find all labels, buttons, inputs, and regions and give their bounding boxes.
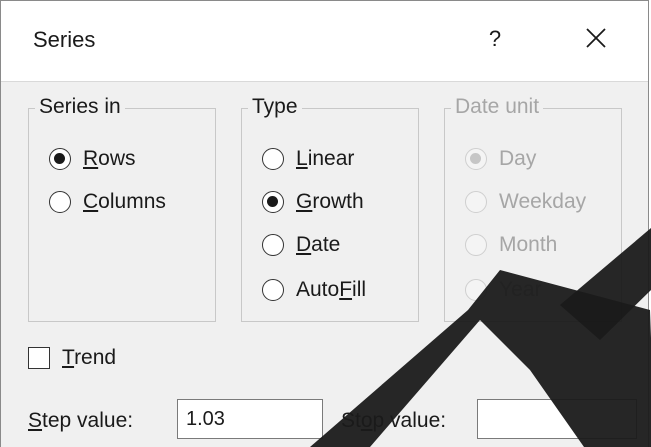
step-value-label: Step value: xyxy=(28,409,134,432)
series-in-legend: Series in xyxy=(35,94,125,120)
type-group: Type Linear Growth Date AutoFill xyxy=(241,94,419,322)
radio-year-label: Year xyxy=(499,278,542,301)
radio-year: Year xyxy=(465,275,541,305)
radio-rows[interactable]: Rows xyxy=(49,144,136,174)
radio-growth[interactable]: Growth xyxy=(262,187,364,217)
radio-month: Month xyxy=(465,230,557,260)
radio-day-label: Day xyxy=(499,147,537,170)
dialog-title: Series xyxy=(33,27,96,52)
type-legend: Type xyxy=(248,94,302,120)
radio-date-indicator[interactable] xyxy=(262,234,284,256)
help-button[interactable]: ? xyxy=(480,21,510,57)
date-unit-group: Date unit Day Weekday Month Year xyxy=(444,94,622,322)
radio-day-indicator xyxy=(465,148,487,170)
trend-checkbox-row[interactable]: Trend xyxy=(28,343,116,373)
stop-value-input[interactable] xyxy=(477,399,637,439)
radio-linear[interactable]: Linear xyxy=(262,144,354,174)
radio-day: Day xyxy=(465,144,536,174)
radio-month-indicator xyxy=(465,234,487,256)
radio-year-indicator xyxy=(465,279,487,301)
step-value-input[interactable] xyxy=(177,399,323,439)
radio-columns[interactable]: Columns xyxy=(49,187,166,217)
close-icon xyxy=(586,28,606,48)
stop-value-label: Stop value: xyxy=(341,409,447,432)
series-dialog: Series ? Series in Rows Columns Type Lin… xyxy=(0,0,649,447)
close-button[interactable] xyxy=(576,19,616,59)
radio-growth-indicator[interactable] xyxy=(262,191,284,213)
trend-checkbox[interactable] xyxy=(28,347,50,369)
radio-autofill[interactable]: AutoFill xyxy=(262,275,366,305)
radio-columns-label: Columns xyxy=(83,190,166,213)
title-bar: Series ? xyxy=(1,1,648,82)
radio-weekday: Weekday xyxy=(465,187,586,217)
series-in-group: Series in Rows Columns xyxy=(28,94,216,322)
trend-label: Trend xyxy=(62,346,117,369)
radio-rows-indicator[interactable] xyxy=(49,148,71,170)
date-unit-legend: Date unit xyxy=(451,94,544,120)
radio-autofill-label: AutoFill xyxy=(296,278,367,301)
radio-weekday-indicator xyxy=(465,191,487,213)
radio-growth-label: Growth xyxy=(296,190,364,213)
radio-date[interactable]: Date xyxy=(262,230,340,260)
radio-month-label: Month xyxy=(499,233,558,256)
radio-weekday-label: Weekday xyxy=(499,190,587,213)
radio-rows-label: Rows xyxy=(83,147,136,170)
radio-autofill-indicator[interactable] xyxy=(262,279,284,301)
radio-linear-indicator[interactable] xyxy=(262,148,284,170)
radio-date-label: Date xyxy=(296,233,341,256)
radio-columns-indicator[interactable] xyxy=(49,191,71,213)
radio-linear-label: Linear xyxy=(296,147,355,170)
